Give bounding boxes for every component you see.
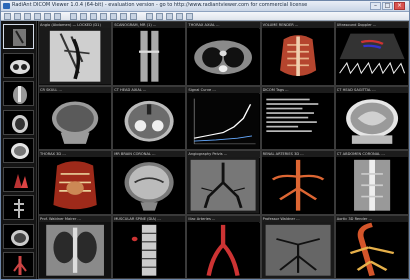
medical-image[interactable] [261, 221, 334, 278]
viewport-12[interactable]: MR BRAIN CORONAL ... [112, 150, 187, 215]
viewport-3[interactable]: THORAX AXIAL ... [186, 21, 261, 86]
minimize-button[interactable]: – [370, 2, 381, 10]
viewport-2[interactable]: SCANOGRAM, MR (1) ... [112, 21, 187, 86]
viewport-9[interactable]: DICOM Tags ... [260, 85, 335, 150]
3d-icon[interactable] [130, 13, 137, 20]
medical-image[interactable] [187, 28, 260, 85]
flip-icon[interactable] [166, 13, 173, 20]
medical-image[interactable] [113, 92, 186, 149]
medical-image[interactable] [335, 92, 408, 149]
viewport-7[interactable]: CT HEAD AXIAL ... [112, 85, 187, 150]
medical-image[interactable] [335, 157, 408, 214]
series-thumb-6[interactable] [3, 166, 34, 192]
series-thumb-5[interactable] [3, 138, 34, 163]
viewport-20[interactable]: Aortic 3D Render ... [334, 214, 409, 279]
reset-icon[interactable] [176, 13, 183, 20]
maximize-icon: □ [384, 2, 391, 9]
series-thumb-4[interactable] [3, 109, 34, 135]
viewport-18[interactable]: Iliac Arteries ... [186, 214, 261, 279]
viewport-8[interactable]: Signal Curve ... [186, 85, 261, 150]
app-icon [3, 3, 10, 9]
arrow-icon[interactable] [120, 13, 127, 20]
viewport-13[interactable]: Angiography Pelvis ... [186, 150, 261, 215]
series-thumb-1[interactable] [3, 24, 34, 49]
window-level-icon[interactable] [54, 13, 61, 20]
save-icon[interactable] [24, 13, 31, 20]
series-thumb-3[interactable] [3, 81, 34, 106]
measure-icon[interactable] [90, 13, 97, 20]
medical-image[interactable] [261, 28, 334, 85]
medical-image[interactable] [39, 92, 112, 149]
medical-image[interactable] [113, 28, 186, 85]
layout-icon[interactable] [44, 13, 51, 20]
ellipse-icon[interactable] [110, 13, 117, 20]
close-icon: × [396, 2, 403, 9]
viewport-1[interactable]: Angio (Abdomen) — LOCKED (D1) [38, 21, 113, 86]
close-button[interactable]: × [394, 2, 405, 10]
medical-image[interactable] [113, 157, 186, 214]
series-thumb-2[interactable] [3, 52, 34, 78]
medical-image[interactable] [187, 221, 260, 278]
medical-image[interactable] [261, 157, 334, 214]
maximize-button[interactable]: □ [382, 2, 393, 10]
title-bar[interactable]: RadiAnt DICOM Viewer 1.0.4 (64-bit) - ev… [1, 1, 409, 12]
medical-image[interactable] [261, 92, 334, 149]
series-thumbnail-sidebar [1, 21, 37, 279]
cd-icon[interactable] [14, 13, 21, 20]
series-thumb-8[interactable] [3, 223, 34, 249]
viewport-4[interactable]: VOLUME RENDER ... [260, 21, 335, 86]
angle-icon[interactable] [100, 13, 107, 20]
viewport-19[interactable]: Professor Waldner ... [260, 214, 335, 279]
viewport-5[interactable]: Ultrasound Doppler ... [334, 21, 409, 86]
medical-image[interactable] [187, 92, 260, 149]
viewport-17[interactable]: MUSCULAR SPINE (DIA) ... [112, 214, 187, 279]
medical-image[interactable] [113, 221, 186, 278]
series-thumb-7[interactable] [3, 195, 34, 220]
viewport-15[interactable]: CT ABDOMEN CORONAL ... [334, 150, 409, 215]
viewport-14[interactable]: RENAL ARTERIES 3D ... [260, 150, 335, 215]
medical-image[interactable] [335, 28, 408, 85]
series-icon[interactable] [34, 13, 41, 20]
medical-image[interactable] [39, 221, 112, 278]
open-folder-icon[interactable] [4, 13, 11, 20]
viewer-window: RadiAnt DICOM Viewer 1.0.4 (64-bit) - ev… [0, 0, 410, 280]
medical-image[interactable] [187, 157, 260, 214]
mpr-icon[interactable] [146, 13, 153, 20]
medical-image[interactable] [39, 157, 112, 214]
minimize-icon: – [374, 2, 377, 9]
window-title: RadiAnt DICOM Viewer 1.0.4 (64-bit) - ev… [12, 2, 308, 8]
zoom-icon[interactable] [80, 13, 87, 20]
toolbar [1, 12, 409, 21]
series-thumb-9[interactable] [3, 252, 34, 277]
help-icon[interactable] [186, 13, 193, 20]
pan-icon[interactable] [70, 13, 77, 20]
viewport-6[interactable]: CR SKULL ... [38, 85, 113, 150]
medical-image[interactable] [335, 221, 408, 278]
viewport-grid: Angio (Abdomen) — LOCKED (D1) SCANOGRAM, … [38, 21, 409, 279]
viewport-11[interactable]: THORAX 3D ... [38, 150, 113, 215]
rotate-icon[interactable] [156, 13, 163, 20]
medical-image[interactable] [39, 28, 112, 85]
viewport-10[interactable]: CT HEAD SAGITTAL ... [334, 85, 409, 150]
viewport-16[interactable]: Prof. Waldner Mairer ... [38, 214, 113, 279]
